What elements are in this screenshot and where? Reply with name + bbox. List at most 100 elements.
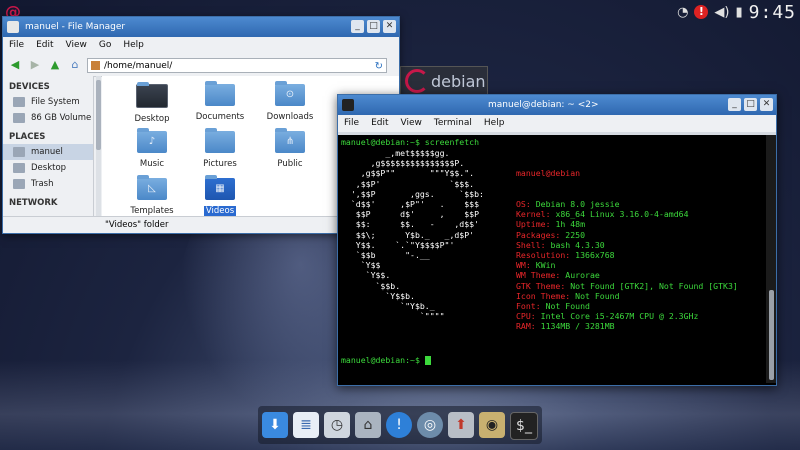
folder-public[interactable]: ⋔ Public	[260, 128, 320, 169]
ascii-art-line: `Y$$b.	[341, 290, 415, 301]
folder-desktop[interactable]: Desktop	[122, 82, 182, 124]
info-value: 1366x768	[575, 250, 615, 261]
menu-terminal[interactable]: Terminal	[434, 115, 472, 132]
home-icon[interactable]: ⌂	[67, 57, 83, 73]
close-button[interactable]: ✕	[760, 98, 773, 111]
battery-icon[interactable]: ▮	[735, 5, 742, 20]
menu-go[interactable]: Go	[99, 37, 111, 54]
info-key: Kernel:	[516, 209, 556, 220]
sidebar-item-label: manuel	[31, 147, 63, 157]
status-text: "Videos" folder	[105, 220, 169, 230]
menu-help[interactable]: Help	[123, 37, 144, 54]
menu-edit[interactable]: Edit	[371, 115, 388, 132]
sidebar-item-label: 86 GB Volume	[31, 113, 92, 123]
info-key: Uptime:	[516, 219, 556, 230]
folder-documents[interactable]: Documents	[190, 81, 250, 122]
browser-icon[interactable]: ◎	[417, 412, 443, 438]
terminal-title: manuel@debian: ~ <2>	[488, 100, 599, 110]
sidebar-devices-header: DEVICES	[9, 82, 50, 92]
clock[interactable]: 9:45	[749, 2, 796, 23]
menu-view[interactable]: View	[401, 115, 422, 132]
info-key: GTK Theme:	[516, 280, 571, 291]
terminal-scroll-thumb[interactable]	[769, 290, 774, 380]
terminal-icon[interactable]: $_	[510, 412, 538, 440]
sidebar-item-file-system[interactable]: File System	[3, 94, 93, 110]
forward-arrow-icon[interactable]: ▶	[27, 57, 43, 73]
address-bar[interactable]: /home/manuel/ ↻	[87, 57, 387, 74]
folder-videos[interactable]: ▦ Videos	[190, 175, 250, 216]
reload-icon[interactable]: ↻	[375, 59, 383, 74]
folder-music[interactable]: ♪ Music	[122, 128, 182, 169]
system-info: manuel@debian OS: Debian 8.0 jessie Kerne…	[516, 148, 738, 332]
folder-downloads[interactable]: ⊙ Downloads	[260, 81, 320, 122]
installer-icon[interactable]: ⬆	[448, 412, 474, 438]
info-value: bash 4.3.30	[550, 239, 605, 250]
folder-label: Music	[139, 159, 165, 169]
terminal-window: manuel@debian: ~ <2> _ □ ✕ File Edit Vie…	[337, 94, 777, 386]
text-editor-icon[interactable]: ≣	[293, 412, 319, 438]
sidebar-scroll-thumb[interactable]	[96, 80, 101, 150]
info-row: CPU: Intel Core i5-2467M CPU @ 2.3GHz	[516, 311, 738, 321]
download-icon[interactable]: ⬇	[262, 412, 288, 438]
terminal-app-icon	[342, 99, 354, 111]
sidebar-scrollbar[interactable]	[96, 76, 101, 217]
ascii-art-line: ',$$P ,ggs. `$$b:	[341, 188, 484, 199]
ascii-art-line: $$\; Y$b._ _,d$P'	[341, 229, 475, 240]
update-icon[interactable]: !	[694, 5, 709, 19]
ascii-art-line: `""""	[341, 311, 445, 322]
documents-folder-icon	[205, 81, 235, 106]
notification-icon[interactable]: !	[386, 412, 412, 438]
folder-pictures[interactable]: Pictures	[190, 128, 250, 169]
terminal-titlebar[interactable]: manuel@debian: ~ <2> _ □ ✕	[338, 95, 776, 115]
back-arrow-icon[interactable]: ◀	[7, 57, 23, 73]
close-button[interactable]: ✕	[383, 20, 396, 33]
maximize-button[interactable]: □	[367, 20, 380, 33]
info-row: Packages: 2250	[516, 230, 738, 240]
info-value: 1h 48m	[555, 219, 586, 230]
file-manager-icon[interactable]: ⌂	[355, 412, 381, 438]
clock-icon[interactable]: ◷	[324, 412, 350, 438]
minimize-button[interactable]: _	[351, 20, 364, 33]
file-manager-titlebar[interactable]: manuel - File Manager _ □ ✕	[3, 17, 399, 37]
terminal-scrollbar[interactable]	[766, 135, 776, 383]
downloads-folder-icon: ⊙	[275, 81, 305, 106]
sidebar-item-manuel[interactable]: manuel	[3, 144, 93, 160]
debian-badge-text: debian	[431, 72, 486, 91]
info-key: Font:	[516, 301, 546, 312]
window-app-icon	[7, 21, 19, 33]
info-row: Resolution: 1366x768	[516, 250, 738, 260]
info-value: Aurorae	[565, 270, 600, 281]
sidebar: DEVICES File System 86 GB Volume PLACES …	[3, 76, 94, 217]
menu-view[interactable]: View	[66, 37, 87, 54]
info-key: Shell:	[516, 239, 551, 250]
sidebar-item-volume[interactable]: 86 GB Volume	[3, 110, 93, 126]
volume-icon[interactable]: ◀)	[714, 5, 729, 20]
speaker-icon[interactable]: ◉	[479, 412, 505, 438]
terminal-screen[interactable]: manuel@debian:~$ screenfetch _,met$$$$$g…	[338, 135, 766, 383]
public-folder-icon: ⋔	[275, 128, 305, 153]
file-manager-title: manuel - File Manager	[25, 22, 126, 32]
menu-file[interactable]: File	[344, 115, 359, 132]
info-key: Packages:	[516, 229, 566, 240]
up-arrow-icon[interactable]: ▲	[47, 57, 63, 73]
info-header: manuel@debian	[516, 168, 581, 179]
sidebar-item-desktop[interactable]: Desktop	[3, 160, 93, 176]
menu-edit[interactable]: Edit	[36, 37, 53, 54]
info-value: 1134MB / 3281MB	[540, 321, 615, 332]
menu-help[interactable]: Help	[484, 115, 505, 132]
desktop-folder-icon	[136, 82, 168, 108]
folder-home-icon	[91, 60, 100, 70]
menu-file[interactable]: File	[9, 37, 24, 54]
info-row: Uptime: 1h 48m	[516, 219, 738, 229]
folder-templates[interactable]: ◺ Templates	[122, 175, 182, 216]
maximize-button[interactable]: □	[744, 98, 757, 111]
ascii-art-line: `d$$' ,$P"' . $$$	[341, 199, 480, 210]
wifi-icon[interactable]: ◔	[677, 5, 688, 20]
minimize-button[interactable]: _	[728, 98, 741, 111]
ascii-art-line: ,g$$P"" """Y$$.".	[341, 168, 475, 179]
ascii-art-line: `$$b "-.__	[341, 250, 430, 261]
info-key: WM Theme:	[516, 270, 566, 281]
info-row: Kernel: x86_64 Linux 3.16.0-4-amd64	[516, 209, 738, 219]
info-key: OS:	[516, 199, 536, 210]
sidebar-item-trash[interactable]: Trash	[3, 176, 93, 192]
